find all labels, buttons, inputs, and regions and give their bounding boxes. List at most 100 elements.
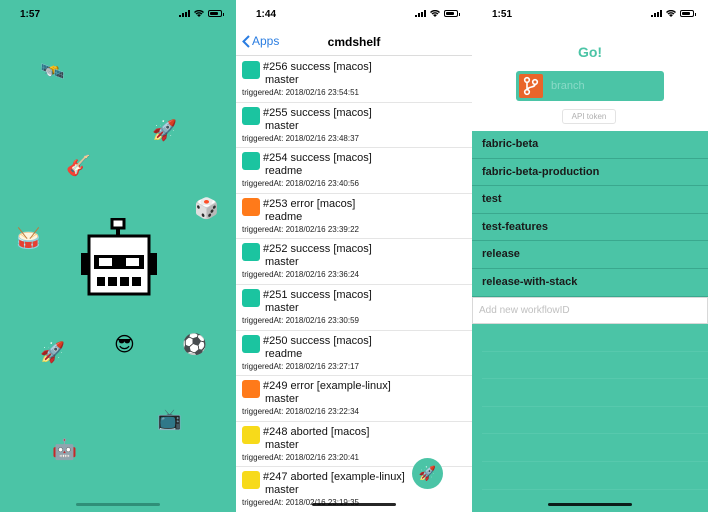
build-branch: master <box>265 393 299 406</box>
status-badge <box>242 152 260 171</box>
workflow-item[interactable]: fabric-beta <box>472 131 708 159</box>
new-workflow-input[interactable]: Add new workflowID <box>472 297 708 324</box>
robot-icon <box>81 218 157 296</box>
builds-screen: 1:44 Apps cmdshelf #256 success [macos] m… <box>236 0 472 512</box>
rocket-fab-button[interactable]: 🚀 <box>412 458 443 489</box>
status-bar: 1:57 <box>0 0 236 28</box>
build-row[interactable]: #252 success [macos] master triggeredAt: 2… <box>236 239 472 285</box>
status-badge <box>242 334 260 353</box>
build-triggered-at: triggeredAt: 2018/02/16 23:54:51 <box>242 88 359 97</box>
signal-icon <box>179 10 190 17</box>
status-bar: 1:51 <box>472 0 708 28</box>
signal-icon <box>415 10 426 17</box>
empty-row <box>482 490 708 512</box>
empty-row <box>482 352 708 380</box>
status-badge <box>242 425 260 444</box>
workflow-item[interactable]: fabric-beta-production <box>472 159 708 187</box>
status-icons <box>651 10 696 17</box>
build-row[interactable]: #253 error [macos] readme triggeredAt: 201… <box>236 194 472 240</box>
home-indicator <box>76 503 160 506</box>
build-title: #247 aborted [example-linux] <box>263 471 405 484</box>
build-title: #248 aborted [macos] <box>263 425 370 438</box>
build-row[interactable]: #251 success [macos] master triggeredAt: 2… <box>236 285 472 331</box>
build-row[interactable]: #249 error [example-linux] master triggere… <box>236 376 472 422</box>
rocket-icon: 🚀 <box>152 120 177 142</box>
build-branch: readme <box>265 347 303 360</box>
battery-icon <box>680 10 696 17</box>
soccer-ball-icon: ⚽ <box>182 334 207 356</box>
branch-placeholder: branch <box>551 80 585 92</box>
workflow-item[interactable]: release <box>472 241 708 269</box>
status-badge <box>242 197 260 216</box>
build-triggered-at: triggeredAt: 2018/02/16 23:20:41 <box>242 452 359 462</box>
workflow-item[interactable]: release-with-stack <box>472 269 708 297</box>
status-badge <box>242 106 260 125</box>
dice-icon: 🎲 <box>194 198 219 220</box>
build-triggered-at: triggeredAt: 2018/02/16 23:22:34 <box>242 407 359 417</box>
build-row[interactable]: #256 success [macos] master triggeredAt: 2… <box>236 57 472 103</box>
status-badge <box>242 380 260 399</box>
rocket-icon: 🚀 <box>40 342 65 364</box>
build-branch: readme <box>265 210 303 223</box>
satellite-icon: 🛰️ <box>40 61 65 83</box>
build-title: #254 success [macos] <box>263 152 372 165</box>
build-triggered-at: triggeredAt: 2018/02/16 23:36:24 <box>242 270 359 280</box>
build-branch: master <box>265 119 299 132</box>
television-icon: 📺 <box>157 409 182 431</box>
build-triggered-at: triggeredAt: 2018/02/16 23:39:22 <box>242 224 359 234</box>
workflow-list: fabric-beta fabric-beta-production test tes… <box>472 131 708 297</box>
build-branch: master <box>265 484 299 497</box>
workflow-item[interactable]: test <box>472 186 708 214</box>
trigger-screen: 1:51 Go! branch API token fabric-beta fab… <box>472 0 708 512</box>
status-badge <box>242 288 260 307</box>
build-list: #256 success [macos] master triggeredAt: 2… <box>236 57 472 512</box>
build-title: #253 error [macos] <box>263 197 356 210</box>
status-badge <box>242 243 260 262</box>
status-bar: 1:44 <box>236 0 472 28</box>
empty-row <box>482 407 708 435</box>
sunglasses-face-icon: 😎 <box>114 334 135 356</box>
empty-row <box>482 462 708 490</box>
status-icons <box>415 10 460 17</box>
build-triggered-at: triggeredAt: 2018/02/16 23:40:56 <box>242 179 359 189</box>
status-icons <box>179 10 224 17</box>
build-row[interactable]: #250 success [macos] readme triggeredAt: 2… <box>236 331 472 377</box>
build-title: #249 error [example-linux] <box>263 380 391 393</box>
battery-icon <box>208 10 224 17</box>
build-row[interactable]: #254 success [macos] readme triggeredAt: 2… <box>236 148 472 194</box>
splash-screen: 1:57 🛰️ 🚀 🎸 🎲 🥁 🚀 😎 ⚽ 📺 🤖 <box>0 0 236 512</box>
status-badge <box>242 61 260 79</box>
build-triggered-at: triggeredAt: 2018/02/16 23:48:37 <box>242 133 359 143</box>
build-title: #251 success [macos] <box>263 288 372 301</box>
status-time: 1:44 <box>256 9 277 20</box>
build-title: #252 success [macos] <box>263 243 372 256</box>
build-branch: master <box>265 301 299 314</box>
empty-rows <box>472 324 708 512</box>
branch-input[interactable]: branch <box>516 71 664 101</box>
build-row[interactable]: #255 success [macos] master triggeredAt: 2… <box>236 103 472 149</box>
status-badge <box>242 471 260 490</box>
rocket-icon: 🚀 <box>418 465 437 481</box>
empty-row <box>482 434 708 462</box>
workflow-item[interactable]: test-features <box>472 214 708 242</box>
wifi-icon <box>430 10 440 17</box>
drum-icon: 🥁 <box>16 228 41 250</box>
navigation-bar: Apps cmdshelf <box>236 28 472 56</box>
build-branch: master <box>265 438 299 451</box>
signal-icon <box>651 10 662 17</box>
empty-row <box>482 379 708 407</box>
robot-face-icon: 🤖 <box>52 439 77 461</box>
build-title: #255 success [macos] <box>263 106 372 119</box>
status-time: 1:57 <box>20 9 41 20</box>
git-branch-glyph-icon <box>523 76 539 96</box>
guitar-icon: 🎸 <box>66 155 91 177</box>
home-indicator <box>312 503 396 506</box>
wifi-icon <box>666 10 676 17</box>
battery-icon <box>444 10 460 17</box>
build-triggered-at: triggeredAt: 2018/02/16 23:27:17 <box>242 361 359 371</box>
api-token-button[interactable]: API token <box>562 109 616 124</box>
go-button[interactable]: Go! <box>472 44 708 60</box>
home-indicator <box>548 503 632 506</box>
build-branch: master <box>265 256 299 269</box>
build-title: #256 success [macos] <box>263 61 372 73</box>
